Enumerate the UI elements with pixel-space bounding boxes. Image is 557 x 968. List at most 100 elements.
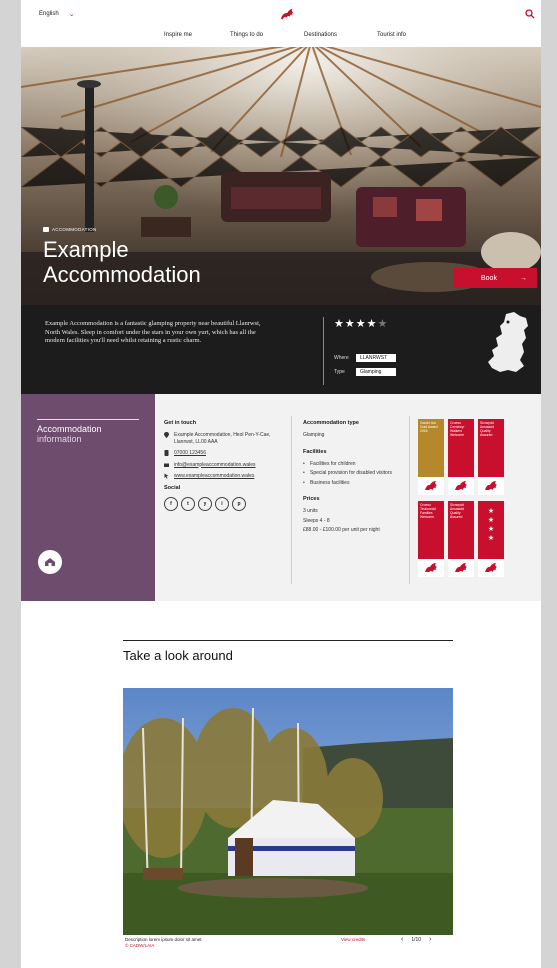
award-badge: Croeso Teuluoedd Families Welcome xyxy=(418,501,444,577)
facilities-heading: Facilities xyxy=(303,448,327,455)
dragon-icon xyxy=(455,481,467,490)
language-selector[interactable]: English ⌄ xyxy=(39,10,75,18)
award-badge: Croeso Cerddwyr Walkers Welcome xyxy=(448,419,474,495)
award-badge: Gwobr Aur Gold Award 2018 xyxy=(418,419,444,495)
chevron-down-icon: ⌄ xyxy=(68,11,75,18)
nav-inspire-me[interactable]: Inspire me xyxy=(164,32,192,38)
phone-link[interactable]: 07000 123456 xyxy=(174,450,206,457)
price-text: £88.00 - £100.00 per unit per night xyxy=(303,527,380,533)
gallery-pager: ‹ 1/10 › xyxy=(401,936,431,943)
language-label: English xyxy=(39,11,59,17)
envelope-icon xyxy=(164,463,169,467)
star-grade-badge: ★ ★ ★ ★ xyxy=(478,501,504,559)
main-nav: Inspire me Things to do Destinations Tou… xyxy=(21,32,541,44)
yurt-exterior-image xyxy=(123,688,453,935)
type-text: Glamping xyxy=(303,432,325,438)
dragon-icon xyxy=(455,563,467,572)
top-bar: English ⌄ xyxy=(21,0,541,28)
house-icon xyxy=(45,558,55,566)
instagram-icon[interactable]: i xyxy=(215,496,229,511)
where-label: Where xyxy=(334,355,349,361)
units-text: 3 units xyxy=(303,508,318,514)
page: English ⌄ Inspire me Things to do Destin… xyxy=(21,0,541,968)
facility-item: Facilities for children xyxy=(303,461,393,468)
info-heading-panel: Accommodation information xyxy=(21,394,155,601)
nav-destinations[interactable]: Destinations xyxy=(304,32,337,38)
column-divider xyxy=(409,416,410,584)
type-value: Glamping xyxy=(356,368,396,376)
nav-things-to-do[interactable]: Things to do xyxy=(230,32,263,38)
address-text: Example Accommodation, Heol Pen-Y-Cae, L… xyxy=(174,432,271,445)
twitter-icon[interactable]: t xyxy=(181,496,195,511)
email-link[interactable]: info@exampleaccommodation.wales xyxy=(174,462,256,469)
award-text: Sicrwydd Ansawdd Quality Assured xyxy=(478,419,504,477)
website-link[interactable]: www.exampleaccommodation.wales xyxy=(174,473,254,480)
pinterest-icon[interactable]: p xyxy=(232,496,246,511)
youtube-icon[interactable]: y xyxy=(198,496,212,511)
where-row: Where LLANRWST xyxy=(334,354,396,362)
info-heading: Accommodation xyxy=(37,424,102,434)
nav-tourist-info[interactable]: Tourist info xyxy=(377,32,406,38)
star-icon: ★ xyxy=(355,318,367,330)
award-text: Gwobr Aur Gold Award 2018 xyxy=(418,419,444,477)
contact-column: Get in touch Example Accommodation, Heol… xyxy=(164,420,284,511)
title-line-2: Accommodation xyxy=(43,262,201,287)
sleeps-text: Sleeps 4 - 8 xyxy=(303,517,330,524)
star-empty-icon: ★ xyxy=(377,318,389,330)
award-badge: Sicrwydd Ansawdd Quality Assured xyxy=(448,501,474,577)
star-icon: ★ xyxy=(344,318,356,330)
type-label: Type xyxy=(334,369,345,375)
book-label: Book xyxy=(481,274,497,282)
book-button[interactable]: Book → xyxy=(453,268,537,288)
star-icon: ★ xyxy=(366,318,378,330)
category-tag: ACCOMMODATION xyxy=(43,227,201,232)
facebook-icon[interactable]: f xyxy=(164,496,178,511)
details-column: Accommodation type Glamping Facilities F… xyxy=(303,420,393,534)
star-icon: ★ xyxy=(334,318,345,330)
type-heading: Accommodation type xyxy=(303,420,359,426)
phone-icon xyxy=(164,450,169,456)
dragon-icon xyxy=(425,563,437,572)
prev-arrow-icon[interactable]: ‹ xyxy=(401,936,403,943)
view-credits-link[interactable]: View credits xyxy=(341,937,365,942)
title-line-1: Example xyxy=(43,237,129,262)
category-label: ACCOMMODATION xyxy=(52,227,97,232)
award-text: Croeso Teuluoedd Families Welcome xyxy=(418,501,444,559)
gallery-image[interactable] xyxy=(123,688,453,935)
search-icon[interactable] xyxy=(525,9,535,19)
dragon-icon xyxy=(485,481,497,490)
next-arrow-icon[interactable]: › xyxy=(429,936,431,943)
hero-text: ACCOMMODATION Example Accommodation xyxy=(43,227,201,287)
wales-map-icon xyxy=(488,312,528,372)
award-badge: Sicrwydd Ansawdd Quality Assured xyxy=(478,419,504,495)
award-text: Croeso Cerddwyr Walkers Welcome xyxy=(448,419,474,477)
facility-item: Business facilities xyxy=(303,480,393,487)
type-row: Type Glamping xyxy=(334,368,396,376)
description-text: Example Accommodation is a fantastic gla… xyxy=(45,320,261,344)
star-rating: ★★★★★ xyxy=(334,317,388,330)
dragon-icon xyxy=(425,481,437,490)
phone-row: 07000 123456 xyxy=(164,450,284,457)
summary-band: Example Accommodation is a fantastic gla… xyxy=(21,305,541,394)
gallery-caption: Description lorem ipsum dolor sit amet ©… xyxy=(125,937,202,949)
gallery-rule xyxy=(123,640,453,641)
info-section: Accommodation information Get in touch E… xyxy=(21,394,541,601)
page-title: Example Accommodation xyxy=(43,237,201,287)
bed-icon xyxy=(43,227,49,232)
award-badge: ★ ★ ★ ★ xyxy=(478,501,504,577)
email-row: info@exampleaccommodation.wales xyxy=(164,462,284,469)
award-text: Sicrwydd Ansawdd Quality Assured xyxy=(448,501,474,559)
location-pin-icon xyxy=(164,432,169,438)
hero-image: ACCOMMODATION Example Accommodation xyxy=(21,47,541,305)
dragon-logo-icon[interactable] xyxy=(279,6,297,22)
facility-item: Special provision for disabled visitors xyxy=(303,470,393,477)
arrow-right-icon: → xyxy=(520,274,527,282)
prices-heading: Prices xyxy=(303,496,320,502)
contact-heading: Get in touch xyxy=(164,420,197,426)
website-row: www.exampleaccommodation.wales xyxy=(164,473,284,480)
heading-rule xyxy=(37,419,139,420)
divider xyxy=(323,317,324,385)
social-links: f t y i p xyxy=(164,496,284,511)
address-row: Example Accommodation, Heol Pen-Y-Cae, L… xyxy=(164,432,284,445)
cursor-icon xyxy=(164,473,169,479)
